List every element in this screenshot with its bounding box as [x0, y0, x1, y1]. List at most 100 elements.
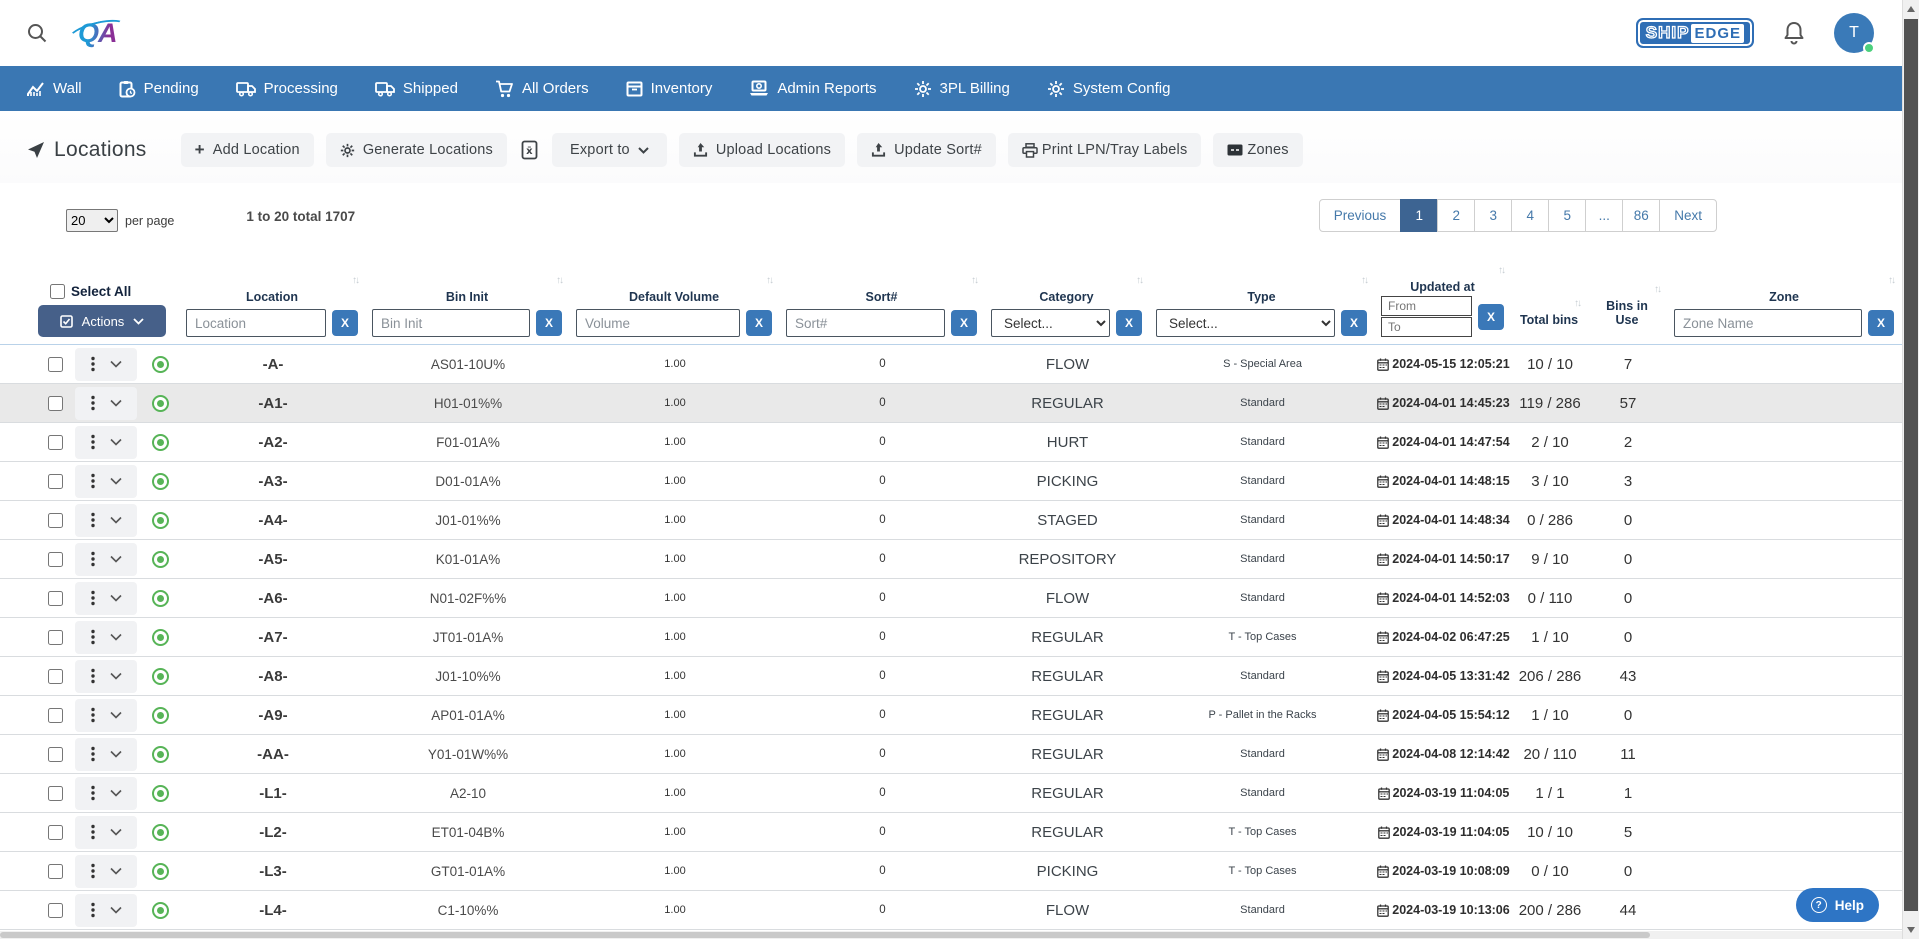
row-actions-button[interactable] — [75, 699, 137, 732]
active-status-icon[interactable] — [152, 629, 169, 646]
location-value[interactable]: -A8- — [180, 668, 366, 685]
per-page-select[interactable]: 20 — [66, 209, 118, 232]
sort-icon[interactable]: ↑↓ — [1136, 274, 1142, 289]
location-value[interactable]: -A- — [180, 356, 366, 373]
sort-filter-input[interactable] — [786, 309, 945, 337]
active-status-icon[interactable] — [152, 668, 169, 685]
page-button-2[interactable]: 2 — [1437, 199, 1475, 232]
nav-processing[interactable]: Processing — [236, 80, 338, 97]
row-actions-button[interactable] — [75, 855, 137, 888]
row-checkbox[interactable] — [48, 357, 63, 372]
nav-system-config[interactable]: System Config — [1047, 80, 1171, 98]
active-status-icon[interactable] — [152, 707, 169, 724]
sort-icon[interactable]: ↑↓ — [971, 274, 977, 289]
row-checkbox[interactable] — [48, 786, 63, 801]
row-checkbox[interactable] — [48, 396, 63, 411]
location-value[interactable]: -A2- — [180, 434, 366, 451]
row-actions-button[interactable] — [75, 660, 137, 693]
row-actions-button[interactable] — [75, 504, 137, 537]
nav-shipped[interactable]: Shipped — [375, 80, 458, 97]
location-value[interactable]: -A5- — [180, 551, 366, 568]
qa-logo[interactable]: QA — [72, 18, 123, 49]
sort-icon[interactable]: ↑↓ — [766, 274, 772, 289]
row-actions-button[interactable] — [75, 387, 137, 420]
clear-category-filter-button[interactable]: X — [1116, 310, 1142, 336]
row-actions-button[interactable] — [75, 465, 137, 498]
active-status-icon[interactable] — [152, 434, 169, 451]
page-button-4[interactable]: 4 — [1511, 199, 1549, 232]
clear-sort-filter-button[interactable]: X — [951, 310, 977, 336]
row-checkbox[interactable] — [48, 864, 63, 879]
location-value[interactable]: -L3- — [180, 863, 366, 880]
row-checkbox[interactable] — [48, 669, 63, 684]
row-actions-button[interactable] — [75, 738, 137, 771]
horizontal-scrollbar-thumb[interactable] — [0, 932, 1650, 938]
active-status-icon[interactable] — [152, 824, 169, 841]
nav-admin-reports[interactable]: Admin Reports — [749, 80, 876, 97]
page-button-3[interactable]: 3 — [1474, 199, 1512, 232]
clear-volume-filter-button[interactable]: X — [746, 310, 772, 336]
location-value[interactable]: -A3- — [180, 473, 366, 490]
row-checkbox[interactable] — [48, 435, 63, 450]
clear-updated-filter-button[interactable]: X — [1478, 304, 1504, 330]
active-status-icon[interactable] — [152, 590, 169, 607]
sort-icon[interactable]: ↑↓ — [1654, 283, 1660, 298]
active-status-icon[interactable] — [152, 395, 169, 412]
row-checkbox[interactable] — [48, 747, 63, 762]
active-status-icon[interactable] — [152, 356, 169, 373]
row-checkbox[interactable] — [48, 474, 63, 489]
nav-pending[interactable]: Pending — [119, 80, 199, 98]
scroll-down-arrow[interactable] — [1903, 921, 1919, 939]
scrollbar-thumb[interactable] — [1904, 19, 1918, 911]
category-filter-select[interactable]: Select... — [991, 309, 1110, 337]
row-actions-button[interactable] — [75, 894, 137, 927]
add-location-button[interactable]: + Add Location — [181, 133, 314, 167]
page-button-next[interactable]: Next — [1659, 199, 1717, 232]
row-checkbox[interactable] — [48, 903, 63, 918]
user-avatar[interactable]: T — [1834, 13, 1874, 53]
page-button-previous[interactable]: Previous — [1319, 199, 1402, 232]
clear-location-filter-button[interactable]: X — [332, 310, 358, 336]
notifications-bell-icon[interactable] — [1782, 20, 1806, 46]
row-checkbox[interactable] — [48, 513, 63, 528]
row-checkbox[interactable] — [48, 552, 63, 567]
active-status-icon[interactable] — [152, 902, 169, 919]
location-value[interactable]: -A6- — [180, 590, 366, 607]
generate-locations-button[interactable]: Generate Locations — [326, 133, 507, 167]
bin-init-filter-input[interactable] — [372, 309, 530, 337]
sort-icon[interactable]: ↑↓ — [556, 274, 562, 289]
row-actions-button[interactable] — [75, 426, 137, 459]
active-status-icon[interactable] — [152, 785, 169, 802]
search-icon[interactable] — [26, 22, 48, 44]
nav-3pl-billing[interactable]: 3PL Billing — [914, 80, 1010, 98]
row-actions-button[interactable] — [75, 816, 137, 849]
print-lpn-tray-labels-button[interactable]: Print LPN/Tray Labels — [1008, 133, 1202, 167]
select-all-checkbox[interactable] — [50, 284, 65, 299]
updated-from-input[interactable] — [1381, 296, 1472, 316]
row-actions-button[interactable] — [75, 582, 137, 615]
active-status-icon[interactable] — [152, 863, 169, 880]
sort-icon[interactable]: ↑↓ — [1361, 274, 1367, 289]
location-value[interactable]: -A1- — [180, 395, 366, 412]
location-value[interactable]: -AA- — [180, 746, 366, 763]
sort-icon[interactable]: ↑↓ — [1574, 297, 1580, 312]
export-to-button[interactable]: Export to — [552, 133, 667, 167]
location-value[interactable]: -L1- — [180, 785, 366, 802]
zone-filter-input[interactable] — [1674, 309, 1862, 337]
location-filter-input[interactable] — [186, 309, 326, 337]
active-status-icon[interactable] — [152, 473, 169, 490]
active-status-icon[interactable] — [152, 551, 169, 568]
active-status-icon[interactable] — [152, 512, 169, 529]
nav-inventory[interactable]: Inventory — [626, 80, 713, 97]
upload-locations-button[interactable]: Upload Locations — [679, 133, 845, 167]
nav-wall[interactable]: Wall — [27, 80, 82, 97]
sort-icon[interactable]: ↑↓ — [1498, 264, 1504, 279]
actions-button[interactable]: Actions — [38, 305, 166, 337]
clear-bin-init-filter-button[interactable]: X — [536, 310, 562, 336]
type-filter-select[interactable]: Select... — [1156, 309, 1335, 337]
page-button-...[interactable]: ... — [1585, 199, 1623, 232]
excel-file-icon[interactable]: x̄ — [519, 136, 540, 164]
location-value[interactable]: -A9- — [180, 707, 366, 724]
update-sort-button[interactable]: Update Sort# — [857, 133, 996, 167]
volume-filter-input[interactable] — [576, 309, 740, 337]
